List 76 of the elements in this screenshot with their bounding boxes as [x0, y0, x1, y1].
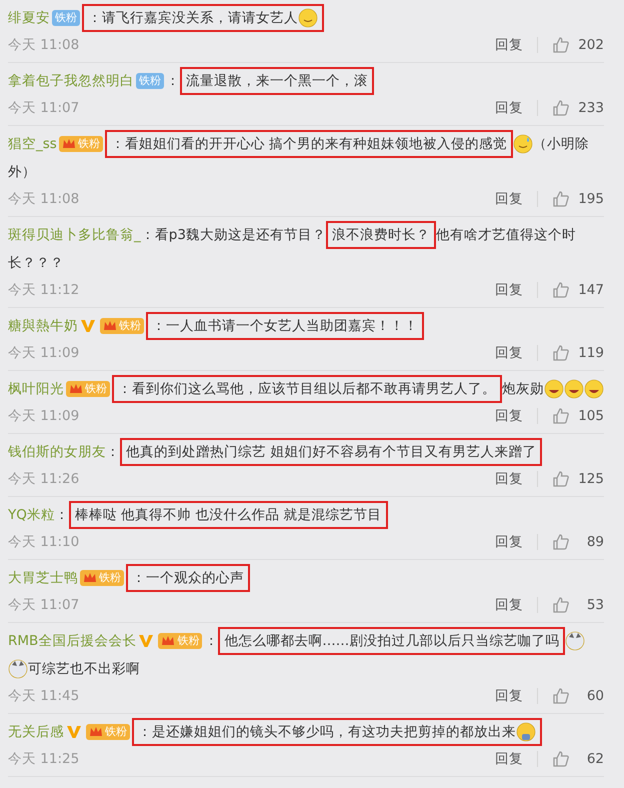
comment-text: ：请飞行嘉宾没关系，请请女艺人 — [88, 10, 298, 26]
thumbs-up-icon[interactable] — [552, 470, 570, 488]
comment-text: ： — [166, 73, 180, 89]
like-count: 62 — [586, 751, 604, 767]
thumbs-up-icon[interactable] — [552, 281, 570, 299]
comment-time: 今天 11:09 — [8, 344, 80, 362]
comment-text: ：一人血书请一个女艺人当助团嘉宾！！！ — [152, 318, 418, 334]
fan-badge: 铁粉 — [158, 633, 202, 650]
comment-time: 今天 11:12 — [8, 281, 80, 299]
comment-text: 他怎么哪都去啊……剧没拍过几部以后只当综艺咖了吗 — [224, 633, 560, 649]
comment-text: ：是还嫌姐姐们的镜头不够少吗，有这功夫把剪掉的都放出来 — [138, 724, 516, 740]
comment-time: 今天 11:10 — [8, 533, 80, 551]
thumbs-up-icon[interactable] — [552, 750, 570, 768]
like-count: 147 — [578, 282, 604, 298]
comment-text: ：一个观众的心声 — [132, 570, 244, 586]
reply-link[interactable]: 回复 — [495, 597, 538, 613]
comment-text: 他有啥才艺值得这个时 — [436, 227, 576, 243]
comment-time: 今天 11:08 — [8, 36, 80, 54]
like-count: 53 — [586, 597, 604, 613]
fan-badge: 铁粉 — [86, 724, 130, 740]
thumbs-up-icon[interactable] — [552, 190, 570, 208]
comment-text: 流量退散，来一个黑一个，滚 — [186, 73, 368, 89]
comment-time: 今天 11:26 — [8, 470, 80, 488]
comment-text: 外） — [8, 164, 36, 180]
comment-time: 今天 11:07 — [8, 99, 80, 117]
fan-badge: 铁粉 — [66, 381, 110, 398]
thumbs-up-icon[interactable] — [552, 687, 570, 705]
emoji-icon — [516, 722, 536, 742]
comment-time: 今天 11:07 — [8, 596, 80, 614]
like-count: 89 — [586, 534, 604, 550]
comment-time: 今天 11:25 — [8, 750, 80, 768]
fan-badge: 铁粉 — [100, 318, 144, 334]
thumbs-up-icon[interactable] — [552, 344, 570, 362]
fan-badge: 铁粉 — [52, 10, 80, 26]
comment-text: 长？？？ — [8, 255, 64, 271]
comment-text: 浪不浪费时长？ — [332, 227, 430, 243]
comment-text: ： — [204, 633, 218, 649]
comment-text: 可综艺也不出彩啊 — [28, 661, 140, 677]
fan-badge: 铁粉 — [136, 73, 164, 90]
like-count: 60 — [586, 688, 604, 704]
reply-link[interactable]: 回复 — [495, 191, 538, 207]
comment-text: ：看姐姐们看的开开心心 搞个男的来有种姐妹领地被入侵的感觉 — [110, 136, 508, 152]
like-count: 125 — [578, 471, 604, 487]
like-count: 202 — [578, 37, 604, 53]
fan-badge: 铁粉 — [80, 570, 124, 586]
reply-link[interactable]: 回复 — [495, 471, 538, 487]
comment-text: ：看p3魏大勋这是还有节目？ — [140, 227, 326, 243]
comment-time: 今天 11:45 — [8, 687, 80, 705]
comment-time: 今天 11:09 — [8, 407, 80, 425]
reply-link[interactable]: 回复 — [495, 100, 538, 116]
reply-link[interactable]: 回复 — [495, 37, 538, 53]
comment-text: ： — [106, 444, 120, 460]
comment-text: 炮灰勋 — [502, 381, 544, 397]
reply-link[interactable]: 回复 — [495, 282, 538, 298]
like-count: 195 — [578, 191, 604, 207]
comment-text: ：看到你们这么骂他，应该节目组以后都不敢再请男艺人了。 — [118, 381, 496, 397]
thumbs-up-icon[interactable] — [552, 596, 570, 614]
like-count: 119 — [578, 345, 604, 361]
like-count: 105 — [578, 408, 604, 424]
reply-link[interactable]: 回复 — [495, 688, 538, 704]
comment-text: 他真的到处蹭热门综艺 姐姐们好不容易有个节目又有男艺人来蹭了 — [126, 444, 536, 460]
emoji-icon — [298, 8, 318, 28]
comment-text: 棒棒哒 他真得不帅 也没什么作品 就是混综艺节目 — [74, 507, 382, 523]
comment-text: ： — [54, 507, 69, 523]
comment-time: 今天 11:08 — [8, 190, 80, 208]
reply-link[interactable]: 回复 — [495, 751, 538, 767]
thumbs-up-icon[interactable] — [552, 36, 570, 54]
thumbs-up-icon[interactable] — [552, 533, 570, 551]
thumbs-up-icon[interactable] — [552, 99, 570, 117]
like-count: 233 — [578, 100, 604, 116]
fan-badge: 铁粉 — [58, 136, 103, 152]
reply-link[interactable]: 回复 — [495, 345, 538, 361]
reply-link[interactable]: 回复 — [495, 408, 538, 424]
reply-link[interactable]: 回复 — [495, 534, 538, 550]
comment-text: （小明除 — [533, 136, 590, 152]
thumbs-up-icon[interactable] — [552, 407, 570, 425]
